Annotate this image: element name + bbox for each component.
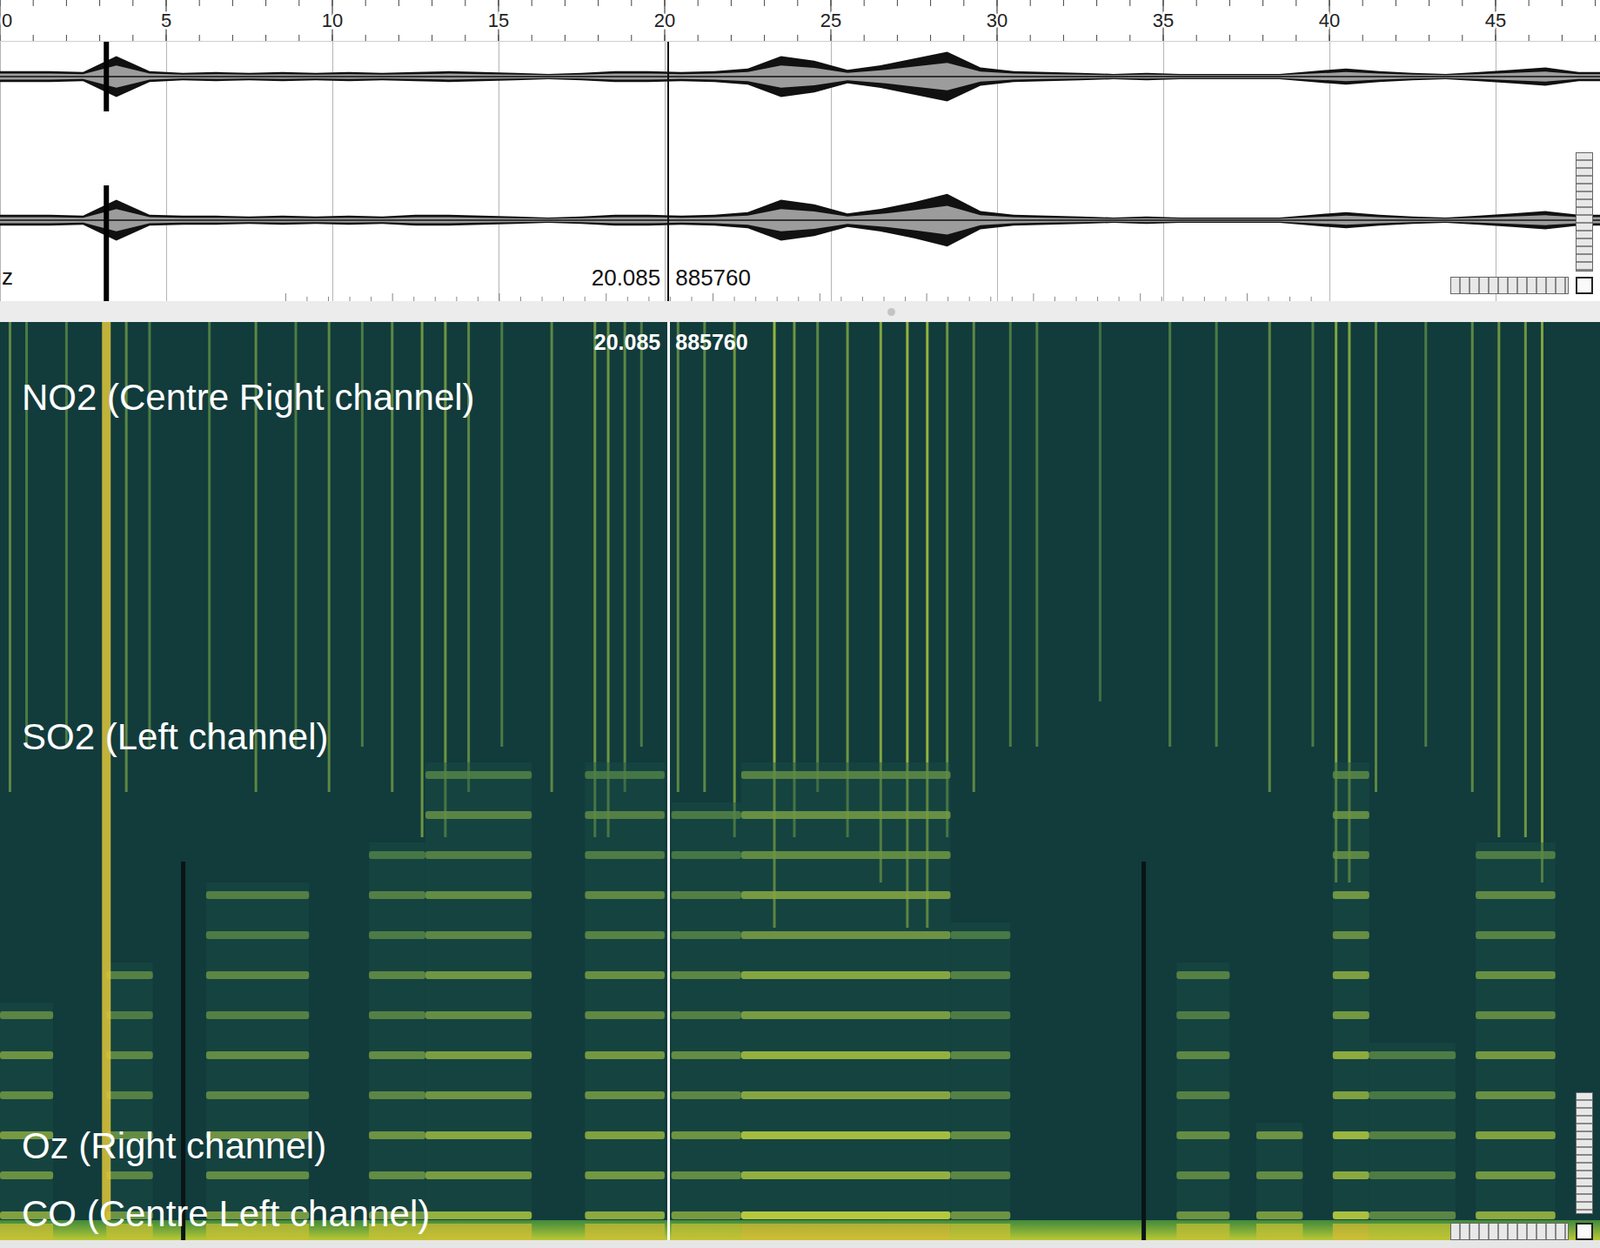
cursor-time: 20.085 [591, 264, 662, 292]
horizontal-zoom-slider[interactable] [1450, 276, 1569, 295]
harmonic-event [106, 962, 153, 1229]
time-ruler[interactable]: 0 5 10 15 20 25 30 35 40 45 [0, 0, 1600, 42]
click-streak [945, 321, 949, 837]
spectrogram-zoom-toggle[interactable] [1575, 1222, 1594, 1240]
harmonic-event [671, 802, 742, 1229]
channel-label: CO (Centre Left channel) [21, 1191, 430, 1236]
waveform-spike [103, 41, 109, 112]
click-streak [607, 321, 610, 837]
harmonic-event [584, 762, 665, 1229]
svg-text:25: 25 [820, 9, 842, 32]
waveform-ticks [0, 293, 1600, 302]
vertical-zoom-slider[interactable] [1575, 152, 1594, 272]
ruler-tick: 45 [1485, 0, 1507, 41]
waveform-footer: z [0, 254, 1600, 294]
svg-text:0: 0 [1, 9, 13, 32]
waveform-track[interactable] [0, 185, 1600, 255]
harmonic-event [1256, 1122, 1303, 1229]
cursor-sample: 885760 [675, 264, 751, 292]
click-streak [1215, 321, 1219, 747]
ruler-scale: 0 5 10 15 20 25 30 35 40 45 [0, 0, 1600, 41]
click-streak [1311, 321, 1314, 747]
click-streak [500, 321, 503, 747]
harmonic-event [368, 842, 426, 1229]
frequency-unit-label: z [1, 263, 14, 291]
click-streak [702, 321, 706, 792]
spectrogram-cursor-time: 20.085 [594, 328, 661, 355]
click-streak [1268, 321, 1272, 792]
harmonic-event [1176, 962, 1230, 1229]
click-streak [846, 321, 850, 837]
click-streak [623, 321, 627, 792]
signal-gap [1141, 861, 1146, 1240]
splitter-grip-icon[interactable] [887, 307, 896, 316]
harmonic-event [425, 762, 532, 1229]
ruler-tick: 10 [321, 0, 343, 41]
harmonic-event [1369, 1042, 1456, 1229]
ruler-tick: 0 [0, 0, 13, 41]
click-streak [1035, 321, 1038, 747]
click-streak [8, 321, 12, 792]
spectrogram-vertical-zoom[interactable] [1575, 1091, 1594, 1214]
click-streak [1471, 321, 1474, 792]
spectrogram-cursor[interactable] [667, 321, 670, 1240]
click-streak [550, 321, 554, 792]
harmonic-event [206, 882, 309, 1229]
panel-splitter[interactable] [0, 301, 1600, 322]
harmonic-event [1332, 762, 1370, 1229]
click-streak [593, 321, 596, 837]
ruler-tick: 40 [1318, 0, 1340, 41]
ruler-tick: 30 [986, 0, 1008, 41]
ruler-tick: 5 [160, 0, 172, 41]
spectrogram-chart[interactable] [0, 321, 1600, 1240]
spectrogram-cursor-sample: 885760 [675, 328, 748, 355]
click-streak [1009, 321, 1012, 747]
harmonic-event [950, 922, 1011, 1229]
ruler-tick: 15 [488, 0, 509, 41]
click-streak [816, 321, 819, 792]
svg-text:15: 15 [488, 9, 509, 32]
channel-label: SO2 (Left channel) [21, 715, 329, 759]
svg-text:35: 35 [1152, 9, 1174, 32]
ruler-tick: 25 [820, 0, 842, 41]
ruler-tick: 35 [1152, 0, 1174, 41]
click-streak [1098, 321, 1102, 702]
zoom-toggle-button[interactable] [1575, 276, 1594, 295]
signal-gap [180, 861, 186, 1240]
click-streak [1168, 321, 1172, 747]
svg-text:45: 45 [1485, 9, 1507, 32]
broadband-burst [101, 321, 111, 1240]
audio-editor: 051015202530354045z20.085885760NO2 (Cent… [0, 0, 1600, 1248]
waveform-track[interactable] [0, 41, 1600, 112]
harmonic-event [1475, 842, 1556, 1229]
channel-label: Oz (Right channel) [21, 1124, 327, 1168]
click-streak [1424, 321, 1427, 747]
waveform-spike [103, 185, 109, 302]
svg-text:20: 20 [654, 9, 676, 32]
click-streak [640, 321, 643, 747]
click-streak [676, 321, 680, 792]
click-streak [733, 321, 737, 837]
svg-text:30: 30 [986, 9, 1008, 32]
click-streak [792, 321, 796, 837]
bottom-bar [0, 1239, 1600, 1248]
waveform-panel[interactable]: z 20.085 885760 [0, 41, 1600, 302]
click-streak [1497, 321, 1500, 837]
svg-text:40: 40 [1318, 9, 1340, 32]
spectrogram-panel[interactable]: NO2 (Centre Right channel) SO2 (Left chan… [0, 321, 1600, 1240]
channel-label: NO2 (Centre Right channel) [21, 375, 476, 420]
spectrogram-horizontal-zoom[interactable] [1450, 1222, 1569, 1240]
ruler-tick: 20 [654, 0, 676, 41]
svg-text:10: 10 [321, 9, 343, 32]
playback-cursor[interactable] [667, 41, 670, 302]
click-streak [972, 321, 976, 792]
click-streak [1540, 321, 1544, 883]
svg-text:5: 5 [160, 9, 172, 32]
click-streak [1524, 321, 1527, 837]
click-streak [1374, 321, 1378, 792]
harmonic-event [741, 762, 951, 1229]
